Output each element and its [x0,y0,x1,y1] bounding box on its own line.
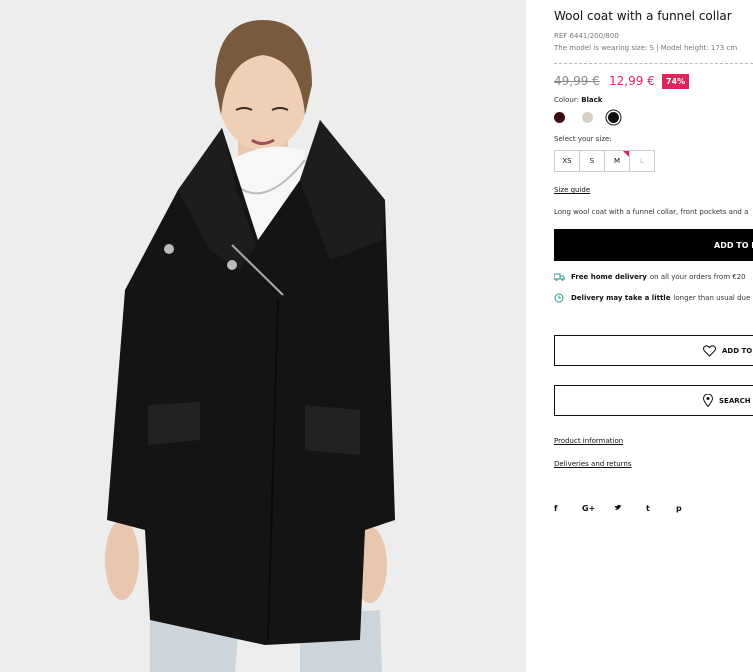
size-xs[interactable]: XS [554,150,580,172]
size-s[interactable]: S [579,150,605,172]
swatch-burgundy[interactable] [554,112,565,123]
size-label: Select your size: [554,135,612,143]
delivery-delay-info: Delivery may take a little longer than u… [554,293,750,303]
tumblr-icon[interactable]: t [646,504,676,513]
colour-label: Colour: Black [554,96,603,104]
coat-model-illustration [0,0,526,672]
product-description: Long wool coat with a funnel collar, fro… [554,208,749,216]
product-ref: REF 6441/200/800 [554,32,619,40]
add-to-wishlist-button[interactable]: ADD TO [554,335,753,366]
product-image[interactable] [0,0,526,672]
selected-colour: Black [581,96,603,104]
truck-icon [554,272,566,282]
search-store-button[interactable]: SEARCH [554,385,753,416]
discount-badge: 74% [662,74,690,89]
product-information-link[interactable]: Product information [554,437,623,445]
size-m[interactable]: M [604,150,630,172]
size-l[interactable]: L [629,150,655,172]
divider [554,63,753,64]
deliveries-returns-link[interactable]: Deliveries and returns [554,460,631,468]
pinterest-icon[interactable]: p [676,504,682,513]
social-share-bar: f G+ t p [554,504,682,513]
free-delivery-bold: Free home delivery [571,273,647,281]
add-to-bag-button[interactable]: ADD TO B [554,229,753,261]
size-m-label: M [613,157,621,165]
twitter-icon[interactable] [614,504,646,513]
clock-icon [554,293,566,303]
size-guide-link[interactable]: Size guide [554,186,590,194]
free-delivery-info: Free home delivery on all your orders fr… [554,272,746,282]
model-info: The model is wearing size: S | Model hei… [554,44,738,52]
wishlist-label: ADD TO [722,346,753,355]
size-selector: XS S M L [554,150,655,172]
heart-icon [703,344,716,357]
swatch-beige[interactable] [582,112,593,123]
delivery-delay-bold: Delivery may take a little [571,294,671,302]
old-price: 49,99 € [554,74,600,88]
google-plus-icon[interactable]: G+ [582,504,614,513]
delivery-delay-text: longer than usual due [673,294,751,302]
free-delivery-text: on all your orders from €20 [649,273,746,281]
product-title: Wool coat with a funnel collar [554,9,732,23]
product-details-panel: Wool coat with a funnel collar REF 6441/… [554,0,753,672]
facebook-icon[interactable]: f [554,504,582,513]
swatch-black[interactable] [608,112,619,123]
sale-price: 12,99 € [609,74,655,88]
location-pin-icon [703,394,713,407]
search-store-label: SEARCH [719,396,751,405]
